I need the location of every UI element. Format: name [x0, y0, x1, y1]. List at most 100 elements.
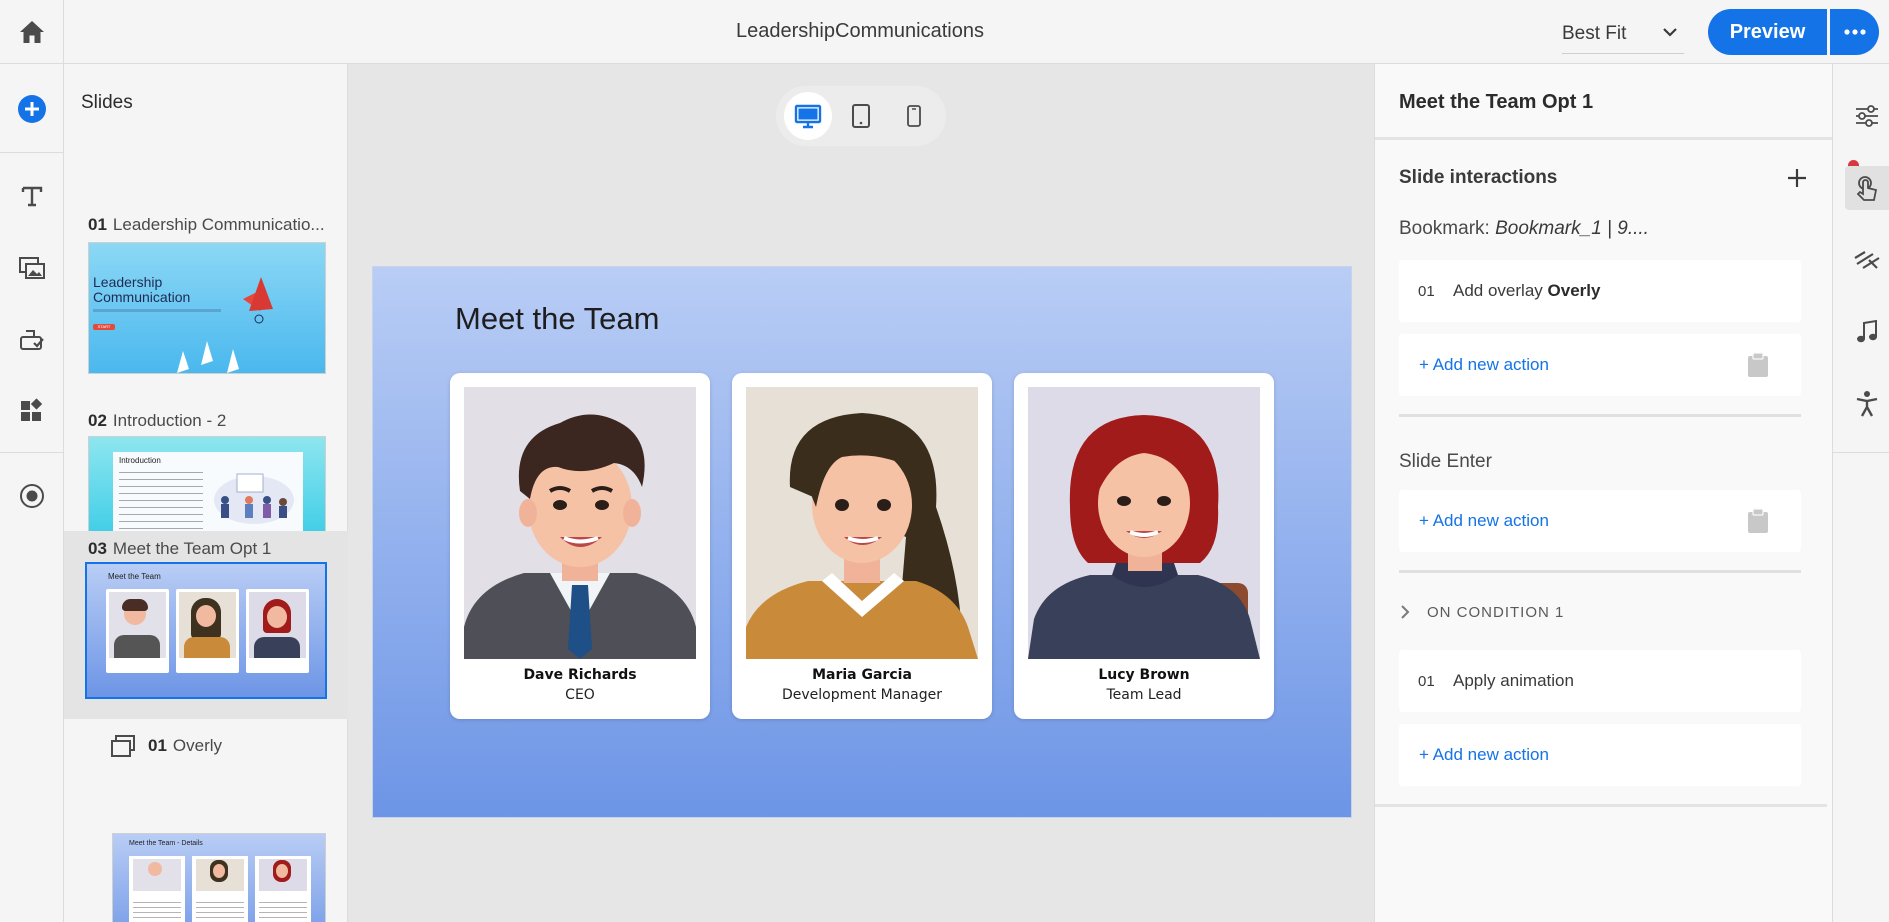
- thumb-heading: Meet the Team - Details: [129, 840, 203, 847]
- thumb-card: [246, 589, 309, 673]
- chevron-right-icon: [1401, 605, 1410, 619]
- add-circle-icon: [18, 95, 46, 123]
- record-icon: [20, 484, 44, 508]
- slide-number: 01: [148, 736, 167, 755]
- team-member-role: Team Lead: [1106, 687, 1182, 703]
- interactions-tab[interactable]: [1845, 166, 1889, 210]
- document-title: LeadershipCommunications: [736, 20, 984, 42]
- quiz-icon: [20, 330, 44, 350]
- device-toggle: [776, 86, 946, 146]
- properties-tab[interactable]: [1845, 94, 1889, 138]
- widgets-tool-button[interactable]: [0, 387, 64, 435]
- properties-panel: Meet the Team Opt 1 Slide interactions B…: [1374, 64, 1833, 922]
- team-photo: [1028, 387, 1260, 659]
- thumb-card: [106, 589, 169, 673]
- add-interaction-button[interactable]: [1785, 166, 1809, 190]
- tablet-view-button[interactable]: [837, 92, 885, 140]
- slide-thumbnail: Meet the Team - Details: [112, 833, 326, 922]
- team-member-role: CEO: [565, 687, 595, 703]
- thumb-start-button: START: [93, 324, 115, 330]
- slide-title: Meet the Team Opt 1: [112, 539, 272, 558]
- text-icon: [21, 186, 43, 207]
- bookmark-value: Bookmark_1 | 9....: [1495, 218, 1649, 239]
- canvas-area: Meet the Team Dave Richards CEO Maria Ga…: [348, 64, 1374, 922]
- clipboard-icon[interactable]: [1747, 352, 1769, 378]
- slide-item-1[interactable]: 01 Leadership Communicatio... Leadership …: [64, 144, 348, 374]
- action-number: 01: [1418, 283, 1435, 300]
- action-item[interactable]: 01 Add overlay Overly: [1399, 260, 1801, 322]
- add-action-row: + Add new action: [1399, 724, 1801, 786]
- thumb-heading: Meet the Team: [108, 572, 161, 581]
- slide-heading[interactable]: Meet the Team: [455, 301, 659, 337]
- team-photo: [464, 387, 696, 659]
- thumb-card: [255, 856, 311, 922]
- text-tool-button[interactable]: [0, 172, 64, 220]
- meeting-illustration: [214, 473, 294, 524]
- tablet-icon: [851, 104, 870, 128]
- sliders-icon: [1856, 105, 1878, 127]
- team-card[interactable]: Dave Richards CEO: [450, 373, 710, 719]
- add-slide-button[interactable]: [0, 85, 64, 133]
- slide-number: 03: [88, 539, 107, 558]
- team-card[interactable]: Maria Garcia Development Manager: [732, 373, 992, 719]
- team-photo: [746, 387, 978, 659]
- properties-title: Meet the Team Opt 1: [1399, 91, 1594, 113]
- left-toolbar: [0, 64, 64, 922]
- action-item[interactable]: 01 Apply animation: [1399, 650, 1801, 712]
- widgets-icon: [21, 398, 43, 421]
- record-button[interactable]: [0, 472, 64, 520]
- zoom-select[interactable]: Best Fit: [1562, 14, 1684, 54]
- media-icon: [19, 257, 45, 279]
- team-member-name: Maria Garcia: [812, 667, 912, 683]
- slide-interactions-title: Slide interactions: [1399, 167, 1558, 188]
- thumb-heading: Introduction: [119, 456, 161, 465]
- action-target: Overly: [1547, 281, 1601, 300]
- slide-enter-title: Slide Enter: [1399, 451, 1492, 472]
- action-verb: Apply animation: [1453, 671, 1574, 690]
- overlay-item-1[interactable]: 01 Overly Meet the Team - Details: [64, 719, 348, 922]
- condition-label: ON CONDITION 1: [1427, 603, 1565, 621]
- accessibility-tab[interactable]: [1845, 382, 1889, 426]
- top-bar: LeadershipCommunications Best Fit Previe…: [0, 0, 1889, 64]
- accessibility-icon: [1856, 391, 1878, 417]
- chevron-down-icon: [1663, 28, 1677, 37]
- touch-icon: [1856, 176, 1878, 201]
- bookmark-prefix: Bookmark:: [1399, 218, 1490, 239]
- add-new-action-link[interactable]: + Add new action: [1419, 355, 1549, 375]
- slide-title: Leadership Communicatio...: [112, 215, 325, 234]
- slide-number: 01: [88, 215, 107, 234]
- add-action-row: + Add new action: [1399, 490, 1801, 552]
- music-note-icon: [1857, 319, 1877, 343]
- mobile-icon: [906, 105, 921, 127]
- thumb-card: [192, 856, 248, 922]
- clipboard-icon[interactable]: [1747, 508, 1769, 534]
- add-new-action-link[interactable]: + Add new action: [1419, 511, 1549, 531]
- interactive-tool-button[interactable]: [0, 316, 64, 364]
- more-options-button[interactable]: [1830, 9, 1879, 55]
- mobile-view-button[interactable]: [890, 92, 938, 140]
- bookmark-label[interactable]: Bookmark: Bookmark_1 | 9....: [1399, 218, 1649, 240]
- slide-thumbnail: Meet the Team: [85, 562, 327, 699]
- team-member-name: Lucy Brown: [1098, 667, 1190, 683]
- add-new-action-link[interactable]: + Add new action: [1419, 745, 1549, 765]
- slide-item-3[interactable]: 03 Meet the Team Opt 1 Meet the Team: [64, 531, 348, 719]
- slide-canvas[interactable]: Meet the Team Dave Richards CEO Maria Ga…: [372, 266, 1352, 818]
- preview-button[interactable]: Preview: [1708, 9, 1827, 55]
- animations-tab[interactable]: [1845, 238, 1889, 282]
- slide-title: Introduction - 2: [112, 411, 227, 430]
- audio-tab[interactable]: [1845, 310, 1889, 354]
- add-action-row: + Add new action: [1399, 334, 1801, 396]
- slide-item-2[interactable]: 02 Introduction - 2 Introduction: [64, 340, 348, 568]
- team-member-role: Development Manager: [781, 687, 943, 703]
- thumb-card: [176, 589, 239, 673]
- condition-toggle[interactable]: ON CONDITION 1: [1399, 600, 1699, 624]
- thumb-card: [129, 856, 185, 922]
- more-icon: [1843, 29, 1866, 35]
- desktop-view-button[interactable]: [784, 92, 833, 140]
- slide-number: 02: [88, 411, 107, 430]
- zoom-value: Best Fit: [1562, 22, 1627, 44]
- overlay-icon: [111, 735, 135, 757]
- right-toolbar: [1832, 64, 1889, 922]
- team-card[interactable]: Lucy Brown Team Lead: [1014, 373, 1274, 719]
- media-tool-button[interactable]: [0, 244, 64, 292]
